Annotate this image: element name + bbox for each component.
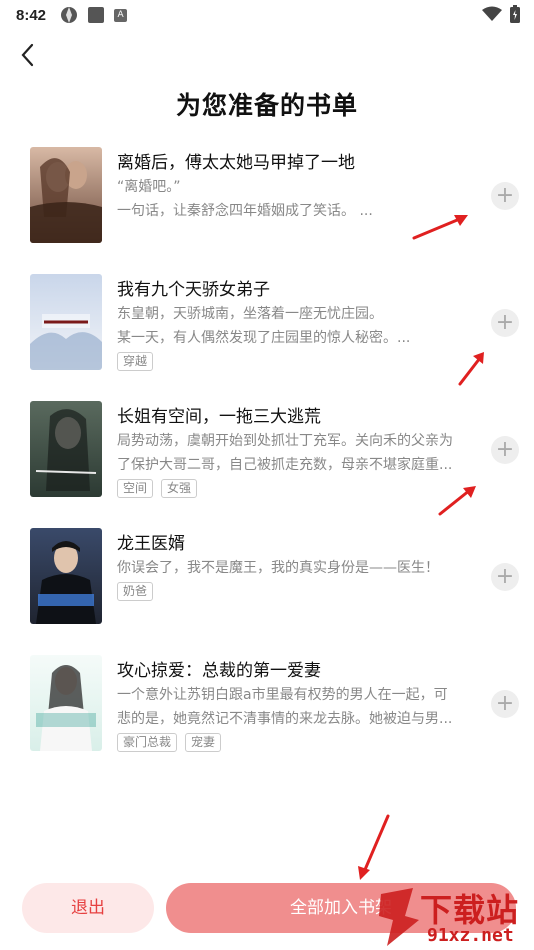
- annotation-arrow-icon: [458, 352, 484, 386]
- annotation-arrow-icon: [412, 215, 468, 240]
- status-system-icons: [482, 5, 520, 23]
- tag-list: 奶爸: [117, 582, 154, 601]
- tag: 宠妻: [185, 733, 222, 752]
- book-description: 一个意外让苏钥白跟a市里最有权势的男人在一起，可 悲的是，她竟然记不清事情的来龙…: [117, 683, 475, 731]
- back-button[interactable]: [14, 40, 44, 70]
- add-to-shelf-button[interactable]: +: [491, 309, 519, 337]
- status-notification-icons: A: [60, 6, 128, 24]
- book-description-line: “离婚吧。”: [117, 179, 181, 195]
- book-description-line: 一个意外让苏钥白跟a市里最有权势的男人在一起，可: [117, 687, 448, 703]
- exit-button[interactable]: 退出: [22, 883, 154, 933]
- book-description-line: 某一天，有人偶然发现了庄园里的惊人秘密。...: [117, 330, 411, 346]
- add-to-shelf-button[interactable]: +: [491, 182, 519, 210]
- wifi-icon: [482, 6, 502, 21]
- aperture-icon: [61, 7, 78, 23]
- tag-list: 空间 女强: [117, 479, 198, 498]
- annotation-arrow-icon: [358, 814, 390, 880]
- annotation-arrow-icon: [438, 486, 476, 516]
- tag: 奶爸: [117, 582, 154, 601]
- book-title[interactable]: 离婚后，傅太太她马甲掉了一地: [117, 148, 355, 173]
- book-description: 东皇朝，天骄城南，坐落着一座无忧庄园。 某一天，有人偶然发现了庄园里的惊人秘密。…: [117, 302, 475, 350]
- book-item[interactable]: 我有九个天骄女弟子 东皇朝，天骄城南，坐落着一座无忧庄园。 某一天，有人偶然发现…: [0, 267, 534, 377]
- book-title[interactable]: 攻心掠爱：总裁的第一爱妻: [117, 656, 321, 681]
- book-description-line: 了保护大哥二哥，自己被抓走充数，母亲不堪家庭重...: [117, 457, 453, 473]
- tag-list: 穿越: [117, 352, 154, 371]
- book-description-line: 悲的是，她竟然记不清事情的来龙去脉。她被迫与男...: [117, 711, 453, 727]
- add-to-shelf-button[interactable]: +: [491, 690, 519, 718]
- tag-list: 豪门总裁 宠妻: [117, 733, 222, 752]
- book-description: 局势动荡，虞朝开始到处抓壮丁充军。关向禾的父亲为 了保护大哥二哥，自己被抓走充数…: [117, 429, 475, 477]
- page-title: 为您准备的书单: [175, 91, 358, 120]
- book-title[interactable]: 长姐有空间，一拖三大逃荒: [117, 402, 321, 427]
- book-title[interactable]: 龙王医婿: [117, 529, 185, 554]
- a-badge-icon: A: [114, 8, 128, 22]
- book-title[interactable]: 我有九个天骄女弟子: [117, 275, 270, 300]
- book-cover[interactable]: [30, 274, 102, 370]
- add-to-shelf-button[interactable]: +: [491, 436, 519, 464]
- book-cover[interactable]: [30, 147, 102, 243]
- tag: 空间: [117, 479, 154, 498]
- tag: 豪门总裁: [117, 733, 178, 752]
- book-cover[interactable]: [30, 655, 102, 751]
- book-description-line: 东皇朝，天骄城南，坐落着一座无忧庄园。: [117, 306, 383, 322]
- book-description-line: 局势动荡，虞朝开始到处抓壮丁充军。关向禾的父亲为: [117, 433, 453, 449]
- watermark-url: 91xz.net: [427, 925, 514, 946]
- book-item[interactable]: 龙王医婿 你误会了，我不是魔王，我的真实身份是——医生！ 奶爸 +: [0, 521, 534, 631]
- book-item[interactable]: 攻心掠爱：总裁的第一爱妻 一个意外让苏钥白跟a市里最有权势的男人在一起，可 悲的…: [0, 648, 534, 758]
- tag: 女强: [161, 479, 198, 498]
- battery-icon: [510, 5, 520, 23]
- book-cover[interactable]: [30, 528, 102, 624]
- chevron-left-icon: [21, 43, 34, 67]
- book-description: 你误会了，我不是魔王，我的真实身份是——医生！: [117, 556, 475, 580]
- add-to-shelf-button[interactable]: +: [491, 563, 519, 591]
- status-bar: 8:42 A: [0, 0, 534, 30]
- tag: 穿越: [117, 352, 154, 371]
- book-cover[interactable]: [30, 401, 102, 497]
- book-description-line: 你误会了，我不是魔王，我的真实身份是——医生！: [117, 560, 439, 576]
- status-time: 8:42: [16, 6, 47, 24]
- square-notification-icon: [88, 7, 105, 23]
